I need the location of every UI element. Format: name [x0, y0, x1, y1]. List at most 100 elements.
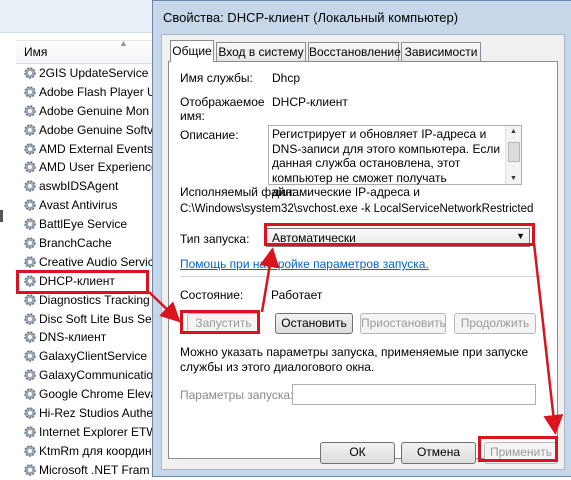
- gear-icon: [24, 67, 36, 79]
- service-name: 2GIS UpdateService: [39, 66, 149, 80]
- service-list-item[interactable]: Google Chrome Eleva: [16, 385, 161, 404]
- service-list-item[interactable]: KtmRm для координ: [16, 442, 161, 461]
- gear-icon: [24, 312, 36, 325]
- startup-type-value: Автоматически: [272, 231, 356, 245]
- service-list-item[interactable]: AMD User Experience: [16, 158, 161, 177]
- column-header-label: Имя: [24, 45, 48, 59]
- status-label: Состояние:: [180, 288, 244, 302]
- service-name: BattlEye Service: [39, 217, 128, 232]
- service-properties-dialog: Свойства: DHCP-клиент (Локальный компьют…: [152, 0, 571, 477]
- resume-button[interactable]: Продолжить: [454, 313, 536, 334]
- gear-icon: [24, 369, 36, 381]
- service-name: AMD User Experience: [39, 160, 158, 175]
- gear-icon: [24, 237, 36, 249]
- service-list-item[interactable]: Adobe Genuine Softv: [16, 121, 161, 140]
- description-textbox[interactable]: Регистрирует и обновляет IP-адреса и DNS…: [268, 125, 522, 199]
- service-list-item[interactable]: Diagnostics Tracking: [16, 291, 161, 310]
- service-list-item[interactable]: Adobe Genuine Mon: [16, 102, 161, 121]
- gear-icon: [24, 388, 36, 400]
- startup-type-select[interactable]: Автоматически ▼: [266, 228, 530, 247]
- services-list: 2GIS UpdateService Adobe Flash Player U Ad…: [16, 64, 161, 480]
- description-label: Описание:: [180, 128, 239, 142]
- scroll-thumb[interactable]: [508, 142, 520, 162]
- service-name-value: Dhcp: [272, 71, 301, 85]
- scroll-down-icon[interactable]: ▼: [510, 175, 517, 182]
- service-name: BranchCache: [39, 236, 112, 251]
- pane-splitter[interactable]: [0, 210, 3, 222]
- service-name: KtmRm для координ: [39, 443, 152, 458]
- service-name: Avast Antivirus: [39, 198, 118, 213]
- service-name: Hi-Rez Studios Authe: [39, 406, 154, 421]
- gear-icon: [24, 275, 36, 287]
- service-list-item[interactable]: DHCP-клиент: [16, 272, 161, 291]
- display-name-value: DHCP-клиент: [272, 95, 348, 109]
- description-scrollbar[interactable]: ▲ ▼: [505, 126, 521, 184]
- tab-recovery[interactable]: Восстановление: [308, 42, 401, 61]
- gear-icon: [24, 426, 36, 438]
- service-list-item[interactable]: GalaxyClientService: [16, 347, 161, 366]
- startup-type-label: Тип запуска:: [180, 232, 250, 246]
- params-label: Параметры запуска:: [180, 388, 294, 402]
- gear-icon: [24, 161, 36, 174]
- service-list-item[interactable]: BranchCache: [16, 234, 161, 253]
- ok-button[interactable]: ОК: [320, 442, 395, 464]
- startup-help-link[interactable]: Помощь при настройке параметров запуска.: [180, 257, 429, 271]
- cancel-button[interactable]: Отмена: [401, 442, 476, 464]
- service-list-item[interactable]: Disc Soft Lite Bus Ser: [16, 310, 161, 329]
- gear-icon: [24, 86, 36, 98]
- stop-button[interactable]: Остановить: [275, 313, 353, 334]
- service-list-item[interactable]: aswbIDSAgent: [16, 177, 161, 196]
- gear-icon: [24, 218, 36, 230]
- sort-arrow-icon: ▲: [119, 38, 128, 48]
- service-name: Adobe Genuine Softv: [39, 122, 154, 137]
- tab-logon[interactable]: Вход в систему: [216, 42, 306, 61]
- service-list-item[interactable]: Internet Explorer ETW: [16, 423, 161, 442]
- description-text: Регистрирует и обновляет IP-адреса и DNS…: [272, 127, 501, 199]
- service-name: GalaxyClientService: [39, 349, 148, 364]
- service-name: Disc Soft Lite Bus Ser: [39, 311, 156, 326]
- service-name: DNS-клиент: [39, 330, 107, 345]
- service-list-item[interactable]: Hi-Rez Studios Authe: [16, 404, 161, 423]
- pause-button[interactable]: Приостановить: [360, 313, 446, 334]
- service-list-item[interactable]: Avast Antivirus: [16, 196, 161, 215]
- gear-icon: [24, 293, 36, 306]
- executable-path: C:\Windows\system32\svchost.exe -k Local…: [180, 203, 534, 215]
- start-params-input[interactable]: [292, 384, 536, 405]
- service-list-item[interactable]: Creative Audio Servic: [16, 253, 161, 272]
- column-header-name[interactable]: Имя ▲: [16, 38, 161, 64]
- chevron-down-icon: ▼: [516, 231, 525, 241]
- scroll-up-icon[interactable]: ▲: [510, 128, 517, 135]
- service-name: aswbIDSAgent: [39, 179, 119, 194]
- tab-dependencies[interactable]: Зависимости: [401, 42, 481, 61]
- gear-icon: [24, 105, 36, 117]
- gear-icon: [24, 331, 36, 344]
- service-name: Diagnostics Tracking: [39, 292, 150, 307]
- gear-icon: [24, 142, 36, 155]
- service-name: Internet Explorer ETW: [39, 424, 158, 439]
- dialog-title: Свойства: DHCP-клиент (Локальный компьют…: [163, 10, 459, 25]
- service-name: Microsoft .NET Fram: [39, 462, 150, 477]
- gear-icon: [24, 199, 36, 211]
- service-list-item[interactable]: DNS-клиент: [16, 328, 161, 347]
- service-name: Adobe Flash Player U: [39, 84, 156, 99]
- service-name: GalaxyCommunicatio: [39, 368, 154, 383]
- service-name: Creative Audio Servic: [39, 254, 154, 269]
- display-name-label-line1: Отображаемое: [180, 95, 265, 109]
- gear-icon: [24, 463, 36, 476]
- apply-button[interactable]: Применить: [484, 442, 558, 464]
- service-list-item[interactable]: AMD External Events: [16, 140, 161, 159]
- status-value: Работает: [271, 288, 323, 302]
- gear-icon: [24, 256, 36, 268]
- service-list-item[interactable]: GalaxyCommunicatio: [16, 366, 161, 385]
- gear-icon: [24, 350, 36, 363]
- gear-icon: [24, 407, 36, 419]
- start-button[interactable]: Запустить: [187, 313, 260, 334]
- service-list-item[interactable]: Adobe Flash Player U: [16, 83, 161, 102]
- gear-icon: [24, 180, 36, 193]
- tab-general[interactable]: Общие: [170, 40, 214, 62]
- service-list-item[interactable]: 2GIS UpdateService: [16, 64, 161, 83]
- params-hint: Можно указать параметры запуска, применя…: [180, 345, 529, 374]
- dialog-body: Общие Вход в систему Восстановление Зави…: [161, 34, 565, 470]
- service-list-item[interactable]: BattlEye Service: [16, 215, 161, 234]
- gear-icon: [24, 123, 36, 136]
